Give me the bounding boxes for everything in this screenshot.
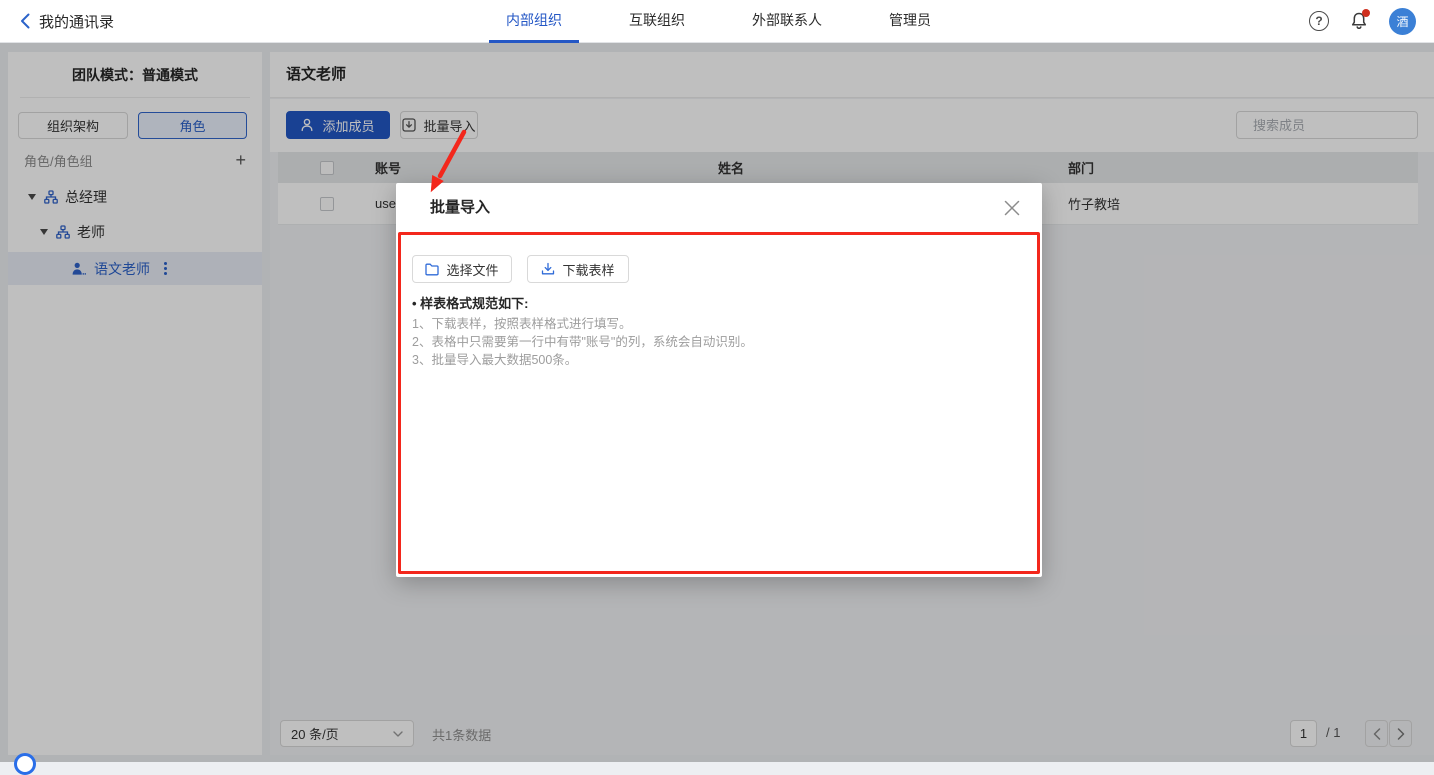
spec-item: 3、批量导入最大数据500条。 [412, 351, 753, 369]
spec-item: 2、表格中只需要第一行中有带"账号"的列，系统会自动识别。 [412, 333, 753, 351]
tab-external-contacts[interactable]: 外部联系人 [735, 0, 839, 42]
floating-help-button[interactable] [14, 753, 36, 775]
notification-dot [1362, 9, 1370, 17]
download-template-button[interactable]: 下载表样 [527, 255, 629, 283]
batch-import-modal: 批量导入 选择文件 下载表样 样表格式规范如下: 1、下载表样，按照表样格式进行… [396, 183, 1042, 577]
choose-file-label: 选择文件 [446, 260, 498, 279]
close-icon[interactable] [1004, 200, 1020, 216]
back-label: 我的通讯录 [39, 11, 114, 32]
download-icon [541, 262, 555, 276]
choose-file-button[interactable]: 选择文件 [412, 255, 512, 283]
top-tabs: 内部组织 互联组织 外部联系人 管理员 [489, 0, 948, 42]
spec-list: 1、下载表样，按照表样格式进行填写。 2、表格中只需要第一行中有带"账号"的列，… [412, 315, 753, 369]
spec-title: 样表格式规范如下: [412, 293, 529, 312]
tab-admin[interactable]: 管理员 [872, 0, 948, 42]
modal-header: 批量导入 [396, 183, 1042, 232]
folder-icon [425, 263, 439, 276]
app-root: 我的通讯录 内部组织 互联组织 外部联系人 管理员 ? 酒 团队模式：普通模式 … [0, 0, 1434, 762]
back-button[interactable]: 我的通讯录 [20, 0, 114, 42]
notification-bell[interactable] [1349, 11, 1369, 31]
back-chevron-icon [20, 13, 30, 29]
avatar[interactable]: 酒 [1389, 8, 1416, 35]
top-icons: ? 酒 [1309, 0, 1416, 42]
spec-item: 1、下载表样，按照表样格式进行填写。 [412, 315, 753, 333]
tab-linked-org[interactable]: 互联组织 [612, 0, 702, 42]
tab-internal-org[interactable]: 内部组织 [489, 0, 579, 42]
modal-title: 批量导入 [430, 183, 490, 233]
top-bar: 我的通讯录 内部组织 互联组织 外部联系人 管理员 ? 酒 [0, 0, 1434, 43]
help-icon[interactable]: ? [1309, 11, 1329, 31]
download-template-label: 下载表样 [562, 260, 614, 279]
